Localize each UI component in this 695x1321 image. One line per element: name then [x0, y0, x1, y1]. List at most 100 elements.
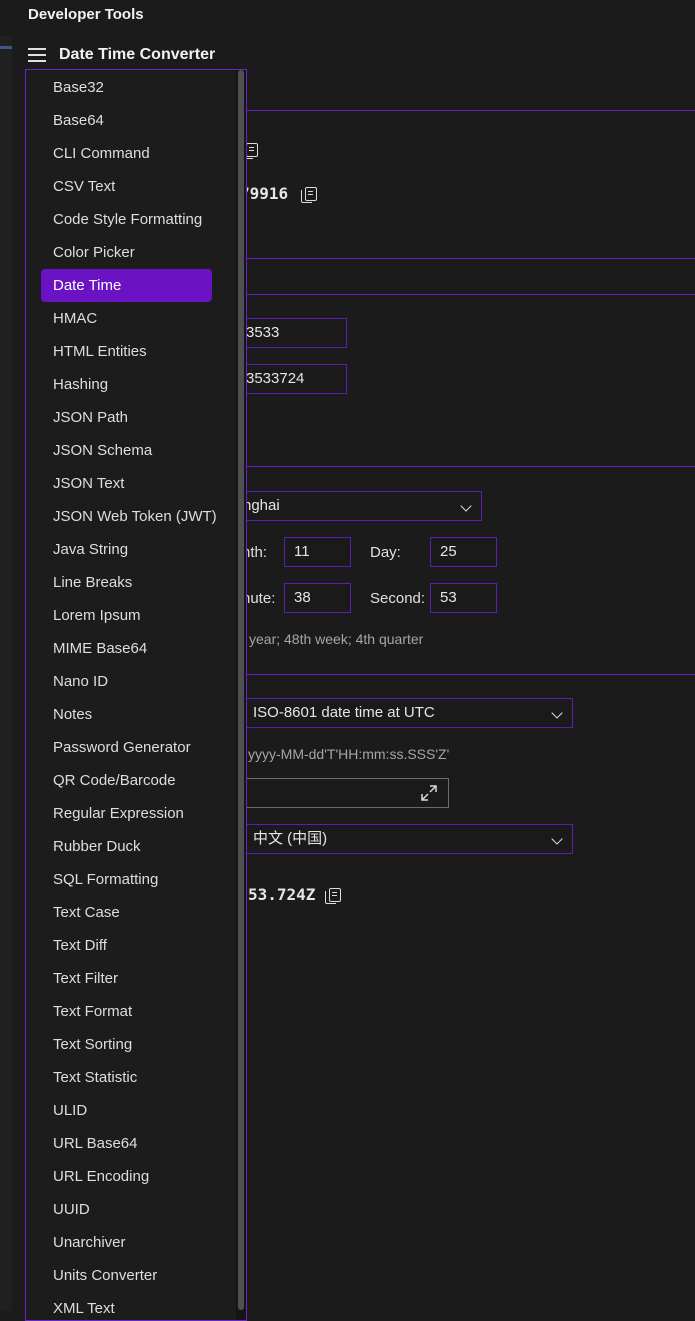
current-value: 79916 — [240, 184, 289, 203]
tool-list-item-label: Nano ID — [53, 673, 109, 690]
tool-list-item[interactable]: Text Filter — [26, 962, 236, 995]
tool-list-item[interactable]: URL Encoding — [26, 1160, 236, 1193]
tool-list-item-label: Base32 — [53, 79, 104, 96]
copy-icon[interactable] — [301, 187, 317, 203]
locale-select-value: 中文 (中国) — [253, 830, 328, 847]
section-divider — [240, 110, 695, 111]
tool-list-item-label: Unarchiver — [53, 1234, 126, 1251]
section-divider — [240, 466, 695, 467]
second-input[interactable]: 53 — [430, 583, 497, 613]
tool-list-item-label: HTML Entities — [53, 343, 147, 360]
tool-list-item[interactable]: JSON Text — [26, 467, 236, 500]
tool-list-item[interactable]: MIME Base64 — [26, 632, 236, 665]
minute-input[interactable]: 38 — [284, 583, 351, 613]
tool-list-item-label: JSON Text — [53, 475, 125, 492]
tool-list-flyout[interactable]: Base32 Base64 CLI Command CSV Text Code Styl… — [25, 69, 247, 1321]
locale-select[interactable]: 中文 (中国) — [243, 824, 573, 854]
formatted-result: 53.724Z — [248, 885, 316, 904]
tool-list-item[interactable]: Text Format — [26, 995, 236, 1028]
day-label: Day: — [370, 544, 401, 561]
tool-list-item[interactable]: Units Converter — [26, 1259, 236, 1292]
tool-list-item-label: CLI Command — [53, 145, 150, 162]
day-input[interactable]: 25 — [430, 537, 497, 567]
tool-list-item[interactable]: Text Diff — [26, 929, 236, 962]
tool-list-item[interactable]: Hashing — [26, 368, 236, 401]
tool-list-item[interactable]: Text Statistic — [26, 1061, 236, 1094]
tool-list-item[interactable]: CSV Text — [26, 170, 236, 203]
tool-list-item[interactable]: Color Picker — [26, 236, 236, 269]
page-title: Date Time Converter — [59, 46, 216, 63]
page-header: Date Time Converter — [0, 40, 695, 72]
tool-list-item-label: Date Time — [53, 277, 122, 294]
custom-format-input[interactable] — [243, 778, 449, 808]
month-input[interactable]: 11 — [284, 537, 351, 567]
tool-list-item-label: Text Sorting — [53, 1036, 133, 1053]
tool-list-item-label: XML Text — [53, 1300, 115, 1317]
tool-list-item[interactable]: Password Generator — [26, 731, 236, 764]
tool-list-item-label: Text Diff — [53, 937, 107, 954]
app-title: Developer Tools — [28, 6, 144, 23]
tool-list-item[interactable]: XML Text — [26, 1292, 236, 1320]
sidebar-rail — [0, 36, 12, 1311]
tool-list-item[interactable]: Line Breaks — [26, 566, 236, 599]
tool-list-item[interactable]: ULID — [26, 1094, 236, 1127]
scrollbar[interactable] — [236, 70, 246, 1320]
minute-label: nute: — [242, 590, 276, 607]
tool-list-item[interactable]: JSON Web Token (JWT) — [26, 500, 236, 533]
tool-list-item[interactable]: Lorem Ipsum — [26, 599, 236, 632]
tool-list-item-label: CSV Text — [53, 178, 116, 195]
tool-list-item-label: SQL Formatting — [53, 871, 159, 888]
tool-list-item[interactable]: HMAC — [26, 302, 236, 335]
tool-list-item[interactable]: Java String — [26, 533, 236, 566]
tool-list-item[interactable]: JSON Path — [26, 401, 236, 434]
tool-list-item[interactable]: Base64 — [26, 104, 236, 137]
scrollbar-thumb[interactable] — [238, 70, 244, 1310]
tool-list-item-label: Notes — [53, 706, 93, 723]
tool-list-item-label: Units Converter — [53, 1267, 158, 1284]
tool-list-item-label: Rubber Duck — [53, 838, 141, 855]
tool-list-item[interactable]: Text Case — [26, 896, 236, 929]
tool-list-item[interactable]: CLI Command — [26, 137, 236, 170]
tool-list-item[interactable]: Rubber Duck — [26, 830, 236, 863]
format-select[interactable]: ISO-8601 date time at UTC — [243, 698, 573, 728]
tool-list-item-label: ULID — [53, 1102, 88, 1119]
tool-list-item-label: Text Filter — [53, 970, 119, 987]
timezone-select[interactable]: nghai — [236, 491, 482, 521]
tool-list-item-label: Color Picker — [53, 244, 135, 261]
tool-list-item[interactable]: UUID — [26, 1193, 236, 1226]
tool-list-item[interactable]: Notes — [26, 698, 236, 731]
tool-list-item-label: Regular Expression — [53, 805, 184, 822]
tool-list-item[interactable]: Date Time — [26, 269, 236, 302]
tool-list-item[interactable]: SQL Formatting — [26, 863, 236, 896]
tool-list-item[interactable]: JSON Schema — [26, 434, 236, 467]
tool-list-item-label: Text Format — [53, 1003, 133, 1020]
tool-list-item[interactable]: QR Code/Barcode — [26, 764, 236, 797]
tool-list-item-label: Java String — [53, 541, 129, 558]
tool-list-item-label: Text Case — [53, 904, 120, 921]
tool-list-item-label: QR Code/Barcode — [53, 772, 176, 789]
section-divider — [240, 674, 695, 675]
epoch-seconds-input[interactable]: 3533 — [236, 318, 347, 348]
tool-list-item-label: URL Encoding — [53, 1168, 150, 1185]
tool-list-item[interactable]: Base32 — [26, 71, 236, 104]
tool-list-item-label: Base64 — [53, 112, 104, 129]
copy-icon[interactable] — [325, 888, 341, 904]
tool-list-item-label: Hashing — [53, 376, 109, 393]
tool-list-item[interactable]: URL Base64 — [26, 1127, 236, 1160]
epoch-millis-input[interactable]: 3533724 — [236, 364, 347, 394]
tool-list-item[interactable]: Text Sorting — [26, 1028, 236, 1061]
tool-list-item[interactable]: Nano ID — [26, 665, 236, 698]
tool-list-item[interactable]: Unarchiver — [26, 1226, 236, 1259]
tool-list-item-label: JSON Schema — [53, 442, 153, 459]
tool-list-item[interactable]: HTML Entities — [26, 335, 236, 368]
timezone-value: nghai — [243, 497, 280, 514]
section-divider — [240, 294, 695, 295]
tool-list-item-label: UUID — [53, 1201, 90, 1218]
tool-list-item-label: HMAC — [53, 310, 98, 327]
copy-icon[interactable] — [242, 143, 258, 159]
tool-list-item[interactable]: Code Style Formatting — [26, 203, 236, 236]
tool-list-item[interactable]: Regular Expression — [26, 797, 236, 830]
menu-icon[interactable] — [28, 48, 46, 62]
tool-list-item-label: JSON Path — [53, 409, 129, 426]
expand-icon[interactable] — [420, 784, 438, 802]
